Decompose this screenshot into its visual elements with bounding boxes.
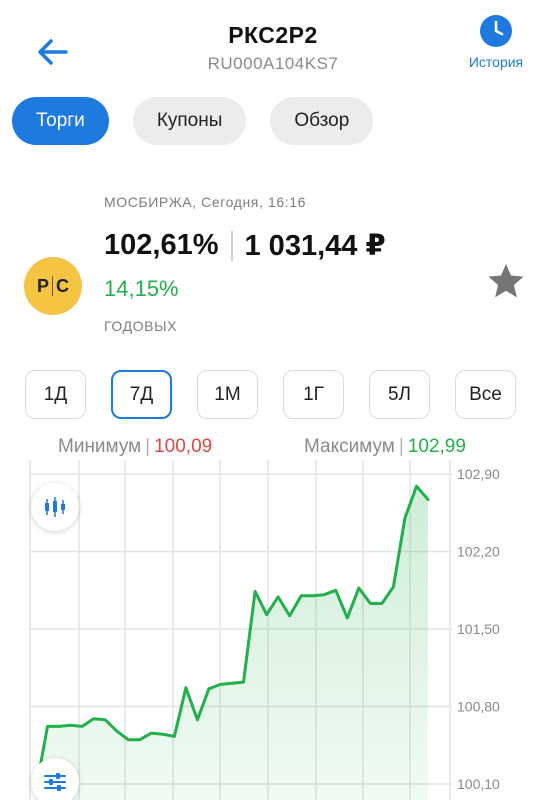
exchange-timestamp: МОСБИРЖА, Сегодня, 16:16	[104, 194, 307, 210]
minimum-label: Минимум	[58, 436, 142, 457]
period-all[interactable]: Все	[455, 370, 516, 419]
price-area	[36, 486, 428, 800]
logo-divider	[52, 276, 53, 296]
period-1m[interactable]: 1М	[197, 370, 258, 419]
price-percent: 102,61%	[104, 229, 219, 261]
header: РКС2Р2 RU000A104KS7 История	[0, 0, 546, 90]
minimum-value: 100,09	[154, 436, 213, 457]
logo-letter-left: Р	[36, 275, 49, 296]
tab-coupons[interactable]: Купоны	[132, 97, 247, 145]
yield-label: ГОДОВЫХ	[104, 318, 178, 334]
price-divider	[230, 230, 233, 261]
tab-trading[interactable]: Торги	[12, 97, 109, 145]
tab-overview[interactable]: Обзор	[270, 97, 374, 145]
y-tick-label: 100,10	[457, 776, 500, 792]
period-selector: 1Д 7Д 1М 1Г 5Л Все	[25, 370, 516, 419]
minimum-block: Минимум | 100,09	[58, 436, 212, 458]
maximum-separator: |	[398, 436, 404, 457]
maximum-value: 102,99	[407, 436, 466, 457]
section-tabs: Торги Купоны Обзор	[12, 97, 374, 145]
star-icon[interactable]	[486, 261, 526, 301]
minimum-separator: |	[145, 436, 151, 457]
price-chart[interactable]: 102,90 102,20 101,50 100,80 100,10	[0, 460, 546, 800]
logo-letter-right: С	[56, 275, 69, 296]
y-tick-label: 102,20	[457, 544, 500, 560]
y-tick-label: 101,50	[457, 621, 500, 637]
period-1y[interactable]: 1Г	[283, 370, 344, 419]
price-row: 102,61% 1 031,44 ₽	[104, 228, 386, 263]
maximum-label: Максимум	[304, 436, 395, 457]
sliders-icon	[44, 773, 66, 791]
maximum-block: Максимум | 102,99	[304, 436, 466, 458]
candlestick-icon	[45, 497, 65, 517]
chart-settings-button[interactable]	[31, 758, 79, 800]
period-1d[interactable]: 1Д	[25, 370, 86, 419]
yield-value: 14,15%	[104, 276, 179, 301]
clock-icon	[480, 15, 512, 47]
history-button[interactable]: История	[460, 14, 532, 70]
price-rub: 1 031,44 ₽	[244, 230, 386, 262]
history-label: История	[468, 54, 524, 70]
y-tick-label: 100,80	[457, 699, 500, 715]
issuer-logo: Р С	[24, 257, 82, 315]
period-7d[interactable]: 7Д	[111, 370, 172, 419]
price-chart-svg: 102,90 102,20 101,50 100,80 100,10	[29, 460, 500, 800]
period-5y[interactable]: 5Л	[369, 370, 430, 419]
y-tick-label: 102,90	[457, 466, 500, 482]
candlestick-toggle-button[interactable]	[31, 483, 79, 531]
